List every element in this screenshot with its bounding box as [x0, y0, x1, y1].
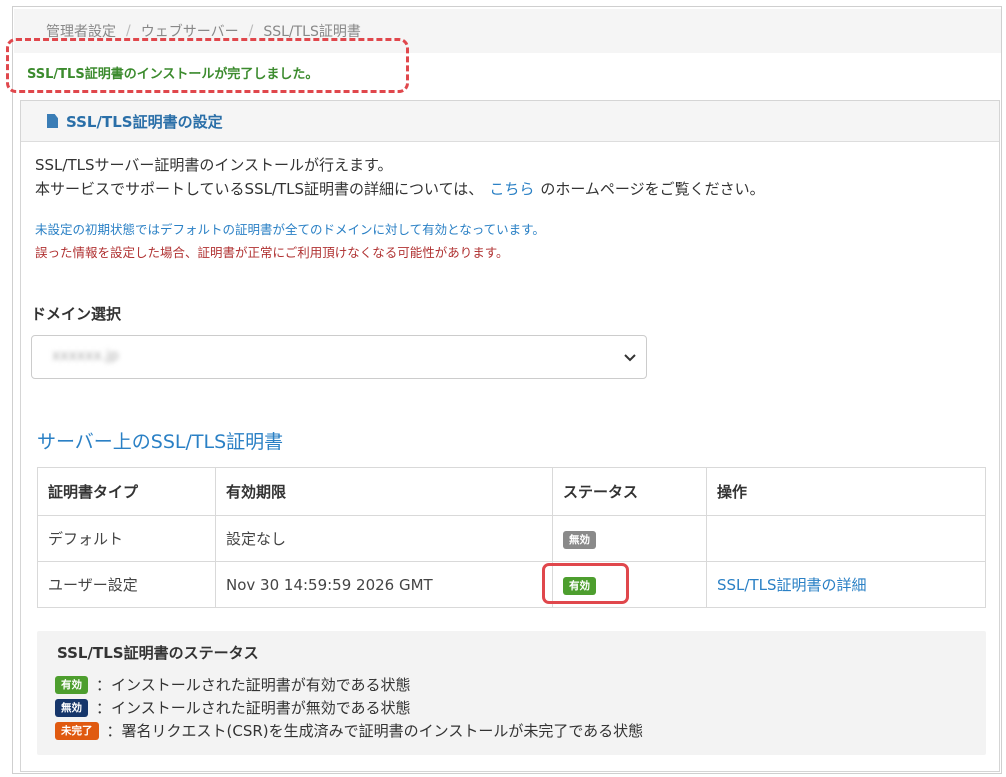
col-action: 操作	[706, 467, 986, 516]
intro-line-2: 本サービスでサポートしているSSL/TLS証明書の詳細については、 こちら のホーム…	[35, 177, 765, 201]
col-type: 証明書タイプ	[37, 467, 216, 516]
intro-link[interactable]: こちら	[489, 180, 534, 198]
highlight-annotation	[542, 563, 629, 604]
legend-item: 未完了 ：署名リクエスト(CSR)を生成済みで証明書のインストールが未完了である…	[55, 720, 643, 741]
cert-action-cell: SSL/TLS証明書の詳細	[706, 561, 986, 608]
col-expires: 有効期限	[215, 467, 553, 516]
intro-text: SSL/TLSサーバー証明書のインストールが行えます。 本サービスでサポートして…	[35, 153, 765, 201]
cert-status-cell: 無効	[552, 515, 707, 562]
cert-type: デフォルト	[37, 515, 216, 562]
certs-title: サーバー上のSSL/TLS証明書	[37, 431, 284, 453]
intro-line-2-pre: 本サービスでサポートしているSSL/TLS証明書の詳細については、	[35, 180, 484, 198]
cert-action	[706, 515, 986, 562]
intro-line-2-post: のホームページをご覧ください。	[540, 180, 765, 198]
table-row: デフォルト 設定なし 無効	[37, 515, 986, 562]
cert-type: ユーザー設定	[37, 561, 216, 608]
legend-text: ：インストールされた証明書が無効である状態	[96, 699, 411, 717]
intro-line-1: SSL/TLSサーバー証明書のインストールが行えます。	[35, 156, 393, 174]
status-badge: 未完了	[55, 721, 99, 740]
certs-table: 証明書タイプ 有効期限 ステータス 操作 デフォルト 設定なし 無効 ユーザー設…	[37, 467, 986, 608]
domain-label: ドメイン選択	[31, 305, 122, 323]
domain-select-value: xxxxxx.jp	[52, 348, 119, 364]
breadcrumb-separator: /	[248, 23, 254, 39]
status-legend: SSL/TLS証明書のステータス 有効 ：インストールされた証明書が有効である状…	[37, 631, 986, 755]
table-row: ユーザー設定 Nov 30 14:59:59 2026 GMT 有効 SSL/T…	[37, 561, 986, 608]
status-badge: 有効	[55, 675, 88, 694]
legend-title: SSL/TLS証明書のステータス	[57, 644, 259, 662]
chevron-down-icon	[624, 354, 636, 362]
cert-detail-link[interactable]: SSL/TLS証明書の詳細	[717, 576, 867, 594]
panel-title: SSL/TLS証明書の設定	[66, 112, 223, 131]
status-badge: 無効	[563, 530, 596, 549]
legend-text: ：インストールされた証明書が有効である状態	[96, 676, 411, 694]
legend-item: 無効 ：インストールされた証明書が無効である状態	[55, 697, 411, 718]
legend-item: 有効 ：インストールされた証明書が有効である状態	[55, 674, 411, 695]
breadcrumb-separator: /	[126, 23, 131, 39]
info-note: 未設定の初期状態ではデフォルトの証明書が全てのドメインに対して有効となっています…	[35, 222, 545, 237]
domain-select[interactable]: xxxxxx.jp	[31, 335, 647, 379]
status-badge: 無効	[55, 698, 88, 717]
warning-note: 誤った情報を設定した場合、証明書が正常にご利用頂けなくなる可能性があります。	[35, 245, 509, 260]
col-status: ステータス	[552, 467, 707, 516]
panel-header: SSL/TLS証明書の設定	[21, 101, 999, 142]
highlight-annotation	[6, 38, 409, 93]
document-icon	[47, 114, 58, 128]
cert-expires: Nov 30 14:59:59 2026 GMT	[215, 561, 553, 608]
table-header-row: 証明書タイプ 有効期限 ステータス 操作	[37, 467, 986, 516]
cert-expires: 設定なし	[215, 515, 553, 562]
ssl-settings-panel: SSL/TLS証明書の設定 SSL/TLSサーバー証明書のインストールが行えます…	[20, 100, 1000, 772]
legend-text: ：署名リクエスト(CSR)を生成済みで証明書のインストールが未完了である状態	[106, 722, 644, 740]
